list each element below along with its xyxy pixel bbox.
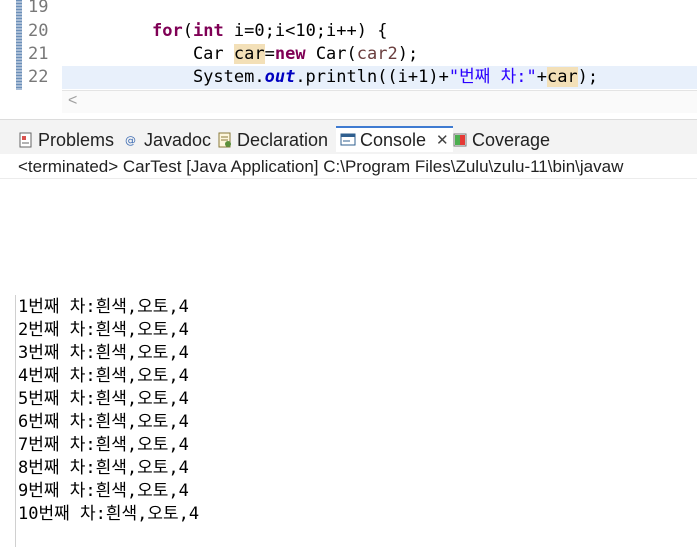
line-number: 21	[28, 44, 49, 64]
code-token: =	[264, 44, 275, 64]
console-line: 1번째 차:흰색,오토,4	[18, 297, 189, 317]
console-line: 2번째 차:흰색,오토,4	[18, 320, 189, 340]
scroll-left-icon[interactable]: <	[68, 92, 77, 110]
code-editor[interactable]: 19 20 for(int i=0;i<10;i++) {21 Car car=ne…	[0, 0, 697, 115]
code-token: car	[546, 67, 578, 87]
tab-console-label: Console	[360, 129, 427, 150]
code-text: for(int i=0;i<10;i++) {	[152, 20, 387, 43]
console-status-line: <terminated> CarTest [Java Application] …	[0, 156, 697, 179]
code-line[interactable]: 21 Car car=new Car(car2);	[0, 43, 697, 66]
code-token: i=0;i<10;i++) {	[223, 21, 388, 41]
code-token: );	[397, 44, 419, 64]
tab-declaration[interactable]: Declaration	[217, 128, 328, 152]
console-line: 3번째 차:흰색,오토,4	[18, 343, 189, 363]
console-line: 6번째 차:흰색,오토,4	[18, 412, 189, 432]
tab-problems[interactable]: Problems	[18, 128, 114, 152]
console-status-text: <terminated> CarTest [Java Application] …	[18, 157, 624, 176]
tab-problems-label: Problems	[38, 129, 115, 150]
code-line[interactable]: 19	[0, 0, 697, 19]
code-token: for	[152, 21, 183, 41]
code-token: +	[536, 67, 547, 87]
code-token: car	[233, 44, 265, 64]
tab-javadoc[interactable]: @ Javadoc	[124, 128, 211, 152]
console-line: 9번째 차:흰색,오토,4	[18, 481, 189, 501]
horizontal-scrollbar[interactable]: <	[62, 90, 697, 113]
console-line: 8번째 차:흰색,오토,4	[18, 458, 189, 478]
console-line: 7번째 차:흰색,오토,4	[18, 435, 189, 455]
tab-coverage[interactable]: Coverage	[452, 128, 550, 152]
problems-icon	[18, 132, 34, 148]
views-tab-bar: Problems @ Javadoc Declaration Console ✕…	[0, 119, 697, 154]
tab-declaration-label: Declaration	[237, 129, 329, 150]
code-token: new	[274, 44, 306, 64]
code-token: int	[192, 21, 224, 41]
code-token: out	[264, 67, 296, 87]
console-icon	[340, 132, 356, 148]
line-number: 22	[28, 67, 49, 87]
line-number: 20	[28, 21, 49, 41]
code-token: System.	[152, 67, 265, 87]
line-number: 19	[28, 0, 49, 17]
console-output-margin	[15, 295, 16, 547]
code-token: "번째 차:"	[448, 67, 537, 87]
tab-console[interactable]: Console ✕	[336, 126, 453, 152]
code-line[interactable]: 20 for(int i=0;i<10;i++) {	[0, 20, 697, 43]
console-output[interactable]: 1번째 차:흰색,오토,4 2번째 차:흰색,오토,4 3번째 차:흰색,오토,4 4…	[0, 180, 697, 549]
code-token: car2	[356, 44, 398, 64]
code-token: .println((i+1)+	[295, 67, 449, 87]
javadoc-icon: @	[124, 132, 140, 148]
console-line: 10번째 차:흰색,오토,4	[18, 504, 200, 524]
console-line: 4번째 차:흰색,오토,4	[18, 366, 189, 386]
declaration-icon	[217, 132, 233, 148]
code-text: Car car=new Car(car2);	[152, 43, 418, 66]
close-icon[interactable]: ✕	[436, 131, 449, 149]
code-token: Car	[152, 44, 234, 64]
code-token: (	[182, 21, 193, 41]
svg-text:@: @	[125, 134, 136, 147]
tab-coverage-label: Coverage	[472, 129, 551, 150]
code-token: Car(	[305, 44, 357, 64]
code-token: );	[577, 67, 599, 87]
code-text: System.out.println((i+1)+"번째 차:"+car);	[152, 66, 598, 89]
tab-javadoc-label: Javadoc	[144, 129, 212, 150]
code-line[interactable]: 22 System.out.println((i+1)+"번째 차:"+car)…	[28, 66, 697, 89]
coverage-icon	[452, 132, 468, 148]
console-line: 5번째 차:흰색,오토,4	[18, 389, 189, 409]
